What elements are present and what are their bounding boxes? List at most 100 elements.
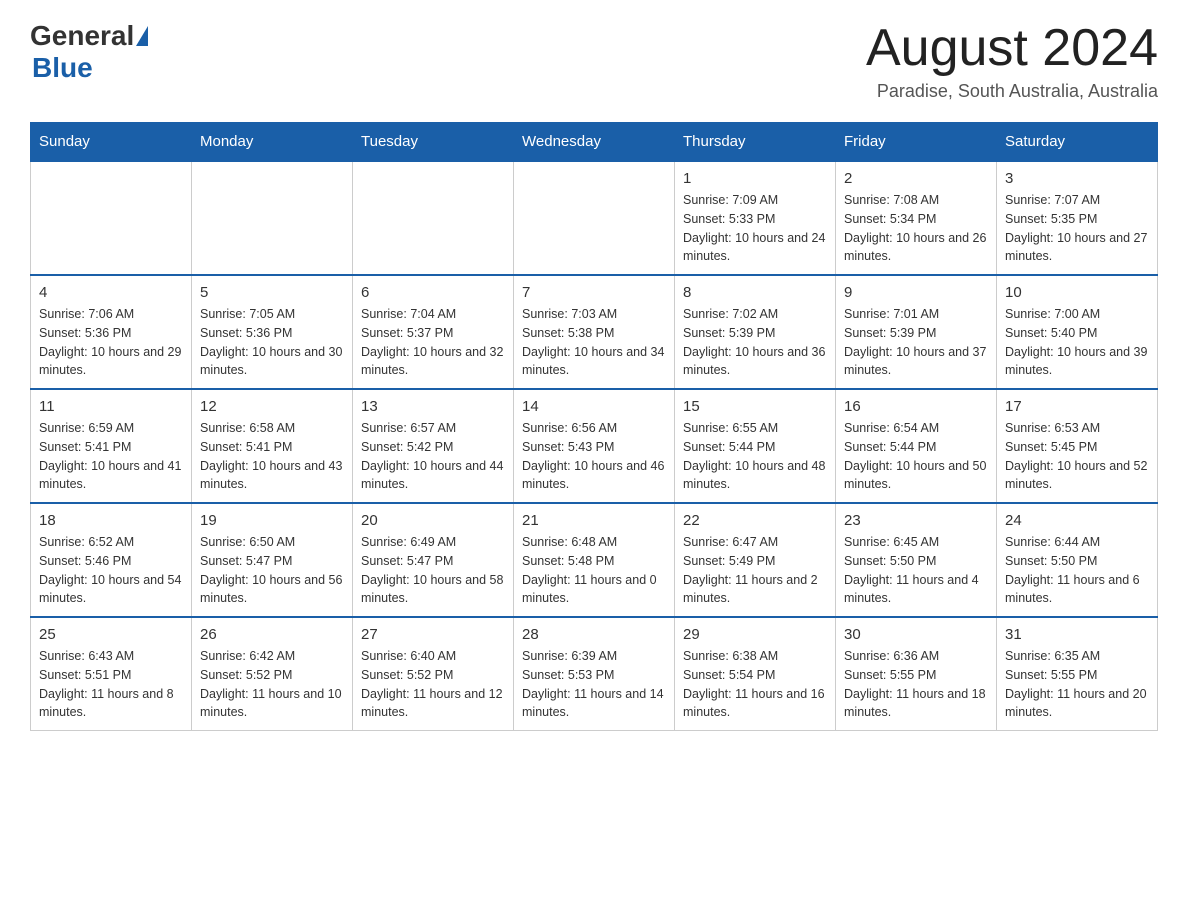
calendar-cell: 29 Sunrise: 6:38 AMSunset: 5:54 PMDayligh… [675, 617, 836, 731]
day-number: 14 [522, 398, 666, 415]
calendar-cell: 26 Sunrise: 6:42 AMSunset: 5:52 PMDayligh… [192, 617, 353, 731]
logo-general-text: General [30, 20, 134, 52]
calendar-cell: 15Sunrise: 6:55 AMSunset: 5:44 PMDayligh… [675, 389, 836, 503]
day-number: 26 [200, 626, 344, 643]
day-number: 29 [683, 626, 827, 643]
calendar-cell: 11 Sunrise: 6:59 AMSunset: 5:41 PMDayligh… [31, 389, 192, 503]
day-info: Sunrise: 6:55 AMSunset: 5:44 PMDaylight:… [683, 419, 827, 494]
day-number: 7 [522, 284, 666, 301]
calendar-cell: 22Sunrise: 6:47 AMSunset: 5:49 PMDayligh… [675, 503, 836, 617]
day-info: Sunrise: 7:08 AMSunset: 5:34 PMDaylight:… [844, 191, 988, 266]
calendar-cell: 24Sunrise: 6:44 AMSunset: 5:50 PMDayligh… [997, 503, 1158, 617]
day-number: 11 [39, 398, 183, 415]
day-number: 16 [844, 398, 988, 415]
logo: General Blue [30, 20, 150, 84]
day-number: 24 [1005, 512, 1149, 529]
day-info: Sunrise: 6:43 AMSunset: 5:51 PMDaylight:… [39, 647, 183, 722]
day-number: 27 [361, 626, 505, 643]
day-info: Sunrise: 6:49 AMSunset: 5:47 PMDaylight:… [361, 533, 505, 608]
day-info: Sunrise: 6:47 AMSunset: 5:49 PMDaylight:… [683, 533, 827, 608]
calendar-cell: 16Sunrise: 6:54 AMSunset: 5:44 PMDayligh… [836, 389, 997, 503]
calendar-cell: 4 Sunrise: 7:06 AMSunset: 5:36 PMDaylight… [31, 275, 192, 389]
calendar-day-header: Saturday [997, 123, 1158, 162]
calendar-cell: 31 Sunrise: 6:35 AMSunset: 5:55 PMDayligh… [997, 617, 1158, 731]
day-number: 23 [844, 512, 988, 529]
day-number: 25 [39, 626, 183, 643]
subtitle: Paradise, South Australia, Australia [866, 81, 1158, 102]
day-info: Sunrise: 7:00 AMSunset: 5:40 PMDaylight:… [1005, 305, 1149, 380]
day-number: 3 [1005, 170, 1149, 187]
day-info: Sunrise: 7:03 AMSunset: 5:38 PMDaylight:… [522, 305, 666, 380]
calendar-cell [514, 161, 675, 275]
calendar-cell: 1 Sunrise: 7:09 AMSunset: 5:33 PMDaylight… [675, 161, 836, 275]
calendar-cell: 10 Sunrise: 7:00 AMSunset: 5:40 PMDayligh… [997, 275, 1158, 389]
day-info: Sunrise: 6:38 AMSunset: 5:54 PMDaylight:… [683, 647, 827, 722]
calendar-week-row: 18 Sunrise: 6:52 AMSunset: 5:46 PMDayligh… [31, 503, 1158, 617]
calendar-header-row: SundayMondayTuesdayWednesdayThursdayFrid… [31, 123, 1158, 162]
calendar-cell: 17 Sunrise: 6:53 AMSunset: 5:45 PMDayligh… [997, 389, 1158, 503]
logo-blue-text: Blue [32, 52, 93, 83]
calendar-day-header: Friday [836, 123, 997, 162]
day-info: Sunrise: 6:53 AMSunset: 5:45 PMDaylight:… [1005, 419, 1149, 494]
day-number: 6 [361, 284, 505, 301]
day-info: Sunrise: 6:42 AMSunset: 5:52 PMDaylight:… [200, 647, 344, 722]
calendar-week-row: 11 Sunrise: 6:59 AMSunset: 5:41 PMDayligh… [31, 389, 1158, 503]
calendar-cell: 18 Sunrise: 6:52 AMSunset: 5:46 PMDayligh… [31, 503, 192, 617]
calendar-cell [353, 161, 514, 275]
day-number: 19 [200, 512, 344, 529]
calendar-cell: 9Sunrise: 7:01 AMSunset: 5:39 PMDaylight… [836, 275, 997, 389]
day-info: Sunrise: 6:36 AMSunset: 5:55 PMDaylight:… [844, 647, 988, 722]
page-header: General Blue August 2024 Paradise, South… [30, 20, 1158, 102]
calendar-cell: 27 Sunrise: 6:40 AMSunset: 5:52 PMDayligh… [353, 617, 514, 731]
day-number: 1 [683, 170, 827, 187]
calendar-cell: 5Sunrise: 7:05 AMSunset: 5:36 PMDaylight… [192, 275, 353, 389]
day-number: 2 [844, 170, 988, 187]
calendar-cell: 30 Sunrise: 6:36 AMSunset: 5:55 PMDayligh… [836, 617, 997, 731]
calendar-cell: 8Sunrise: 7:02 AMSunset: 5:39 PMDaylight… [675, 275, 836, 389]
day-info: Sunrise: 7:06 AMSunset: 5:36 PMDaylight:… [39, 305, 183, 380]
day-info: Sunrise: 6:48 AMSunset: 5:48 PMDaylight:… [522, 533, 666, 608]
day-number: 8 [683, 284, 827, 301]
calendar-day-header: Monday [192, 123, 353, 162]
day-info: Sunrise: 6:40 AMSunset: 5:52 PMDaylight:… [361, 647, 505, 722]
calendar-week-row: 25 Sunrise: 6:43 AMSunset: 5:51 PMDayligh… [31, 617, 1158, 731]
day-info: Sunrise: 7:07 AMSunset: 5:35 PMDaylight:… [1005, 191, 1149, 266]
day-info: Sunrise: 6:56 AMSunset: 5:43 PMDaylight:… [522, 419, 666, 494]
day-info: Sunrise: 6:59 AMSunset: 5:41 PMDaylight:… [39, 419, 183, 494]
day-info: Sunrise: 6:57 AMSunset: 5:42 PMDaylight:… [361, 419, 505, 494]
day-number: 20 [361, 512, 505, 529]
day-number: 30 [844, 626, 988, 643]
calendar-cell [192, 161, 353, 275]
day-number: 12 [200, 398, 344, 415]
calendar-day-header: Tuesday [353, 123, 514, 162]
calendar-table: SundayMondayTuesdayWednesdayThursdayFrid… [30, 122, 1158, 731]
day-number: 5 [200, 284, 344, 301]
calendar-cell: 7 Sunrise: 7:03 AMSunset: 5:38 PMDaylight… [514, 275, 675, 389]
day-info: Sunrise: 6:45 AMSunset: 5:50 PMDaylight:… [844, 533, 988, 608]
calendar-cell: 19 Sunrise: 6:50 AMSunset: 5:47 PMDayligh… [192, 503, 353, 617]
day-number: 21 [522, 512, 666, 529]
calendar-cell: 21 Sunrise: 6:48 AMSunset: 5:48 PMDayligh… [514, 503, 675, 617]
day-number: 17 [1005, 398, 1149, 415]
day-number: 31 [1005, 626, 1149, 643]
day-info: Sunrise: 6:35 AMSunset: 5:55 PMDaylight:… [1005, 647, 1149, 722]
calendar-cell [31, 161, 192, 275]
main-title: August 2024 [866, 20, 1158, 77]
day-number: 9 [844, 284, 988, 301]
day-number: 28 [522, 626, 666, 643]
calendar-cell: 2 Sunrise: 7:08 AMSunset: 5:34 PMDaylight… [836, 161, 997, 275]
day-number: 4 [39, 284, 183, 301]
calendar-cell: 6 Sunrise: 7:04 AMSunset: 5:37 PMDaylight… [353, 275, 514, 389]
day-info: Sunrise: 6:50 AMSunset: 5:47 PMDaylight:… [200, 533, 344, 608]
day-number: 10 [1005, 284, 1149, 301]
calendar-cell: 14 Sunrise: 6:56 AMSunset: 5:43 PMDayligh… [514, 389, 675, 503]
day-info: Sunrise: 7:04 AMSunset: 5:37 PMDaylight:… [361, 305, 505, 380]
calendar-week-row: 1 Sunrise: 7:09 AMSunset: 5:33 PMDaylight… [31, 161, 1158, 275]
calendar-cell: 25 Sunrise: 6:43 AMSunset: 5:51 PMDayligh… [31, 617, 192, 731]
day-number: 18 [39, 512, 183, 529]
day-info: Sunrise: 7:09 AMSunset: 5:33 PMDaylight:… [683, 191, 827, 266]
logo-triangle-icon [136, 26, 148, 46]
calendar-cell: 3 Sunrise: 7:07 AMSunset: 5:35 PMDaylight… [997, 161, 1158, 275]
calendar-cell: 23 Sunrise: 6:45 AMSunset: 5:50 PMDayligh… [836, 503, 997, 617]
day-info: Sunrise: 6:52 AMSunset: 5:46 PMDaylight:… [39, 533, 183, 608]
